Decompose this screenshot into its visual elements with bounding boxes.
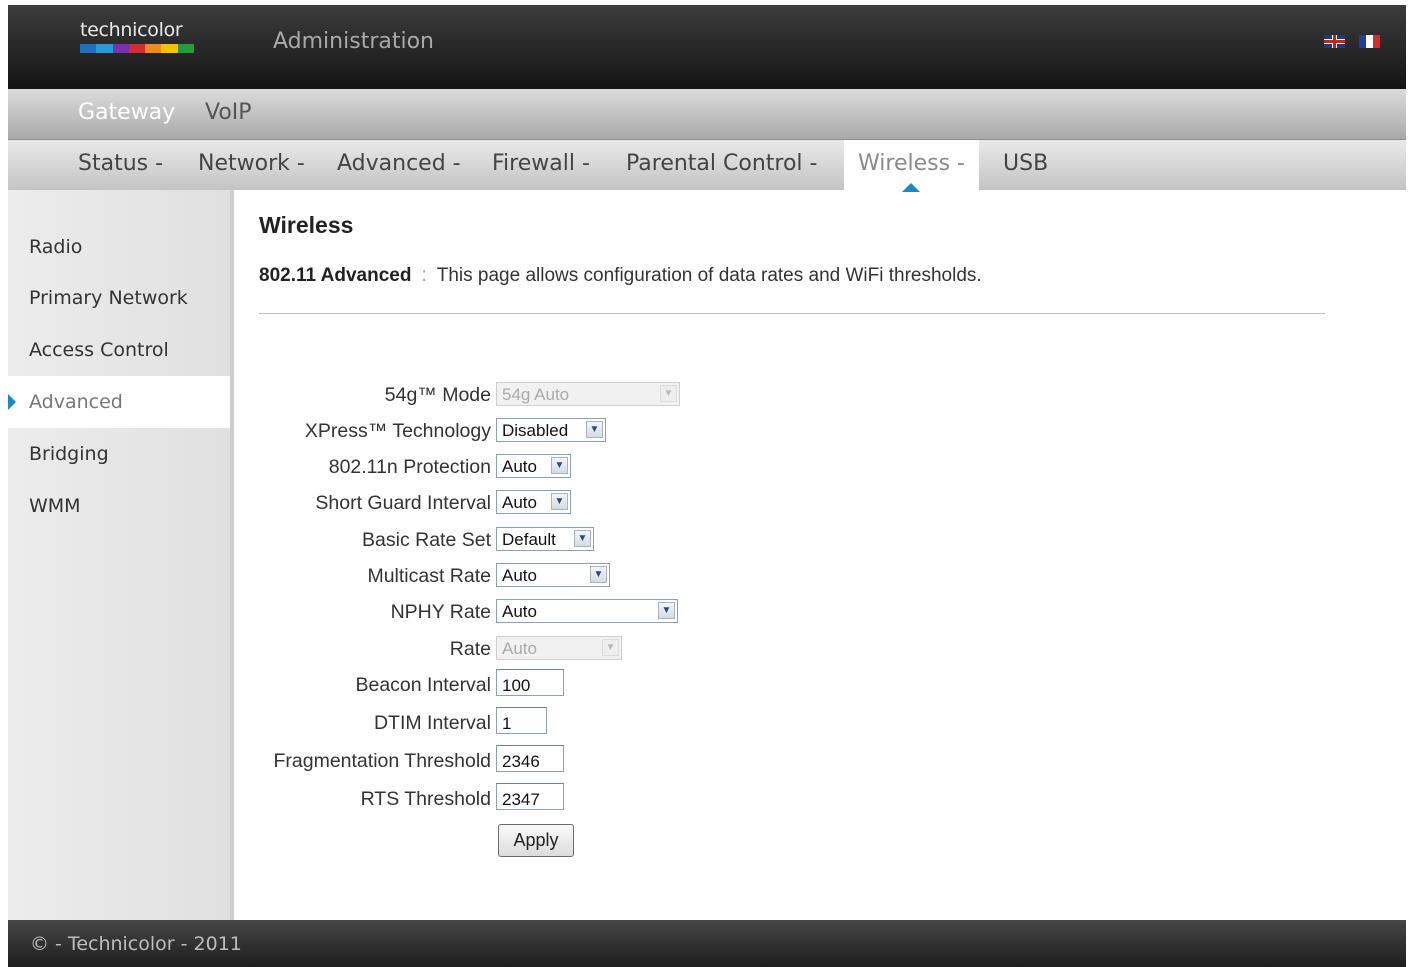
chevron-down-icon: ▼ <box>586 421 603 438</box>
description-separator: : <box>421 265 427 286</box>
beacon-interval-input[interactable]: 100 <box>496 669 564 696</box>
field-80211n-protection: 802.11n Protection Auto ▼ <box>259 454 1159 484</box>
page-title: Wireless <box>259 212 354 238</box>
xpress-technology-select[interactable]: Disabled ▼ <box>496 418 606 442</box>
field-short-guard-interval: Short Guard Interval Auto ▼ <box>259 490 1159 520</box>
tab-advanced[interactable]: Advanced - <box>337 140 461 190</box>
description-heading: 802.11 Advanced <box>259 265 412 286</box>
sidebar: Radio Primary Network Access Control Adv… <box>8 190 234 920</box>
tab-network[interactable]: Network - <box>198 140 305 190</box>
tab-status[interactable]: Status - <box>78 140 163 190</box>
field-label: XPress™ Technology <box>304 420 491 442</box>
sidebar-item-access-control[interactable]: Access Control <box>8 324 230 376</box>
product-nav: Gateway VoIP <box>8 89 1406 140</box>
dtim-interval-input[interactable]: 1 <box>496 707 547 734</box>
field-nphy-rate: NPHY Rate Auto ▼ <box>259 599 1159 629</box>
field-label: DTIM Interval <box>373 712 491 734</box>
page-description: 802.11 Advanced: This page allows configu… <box>259 265 982 287</box>
nphy-rate-select[interactable]: Auto ▼ <box>496 599 678 623</box>
sidebar-item-advanced[interactable]: Advanced <box>8 376 230 428</box>
field-label: 802.11n Protection <box>328 456 491 478</box>
section-nav: Status - Network - Advanced - Firewall -… <box>8 140 1406 192</box>
tab-wireless[interactable]: Wireless - <box>844 140 979 192</box>
fragmentation-threshold-input[interactable]: 2346 <box>496 745 564 772</box>
multicast-rate-select[interactable]: Auto ▼ <box>496 563 610 587</box>
main-content: Wireless 802.11 Advanced: This page allow… <box>259 190 1359 920</box>
language-selector <box>1324 35 1380 48</box>
field-label: 54g™ Mode <box>384 384 491 406</box>
field-label: NPHY Rate <box>390 601 491 623</box>
sidebar-item-radio[interactable]: Radio <box>8 221 230 273</box>
80211n-protection-select[interactable]: Auto ▼ <box>496 454 571 478</box>
technicolor-logo[interactable]: technicolor <box>80 19 194 53</box>
select-value: Auto <box>502 566 537 585</box>
field-label: Short Guard Interval <box>315 492 491 514</box>
app-title: Administration <box>273 29 434 54</box>
nav-voip[interactable]: VoIP <box>205 100 252 125</box>
field-label: Fragmentation Threshold <box>273 750 491 772</box>
select-value: Default <box>502 530 556 549</box>
top-header: technicolor Administration <box>8 5 1406 89</box>
chevron-down-icon: ▼ <box>660 385 677 402</box>
tab-parental-control[interactable]: Parental Control - <box>626 140 817 190</box>
chevron-down-icon: ▼ <box>658 602 675 619</box>
54g-mode-select[interactable]: 54g Auto ▼ <box>496 382 680 406</box>
sidebar-item-bridging[interactable]: Bridging <box>8 428 230 480</box>
tab-usb[interactable]: USB <box>1003 140 1048 190</box>
nav-gateway[interactable]: Gateway <box>78 100 175 125</box>
input-value: 2346 <box>502 752 540 771</box>
select-value: 54g Auto <box>502 385 570 404</box>
short-guard-interval-select[interactable]: Auto ▼ <box>496 490 571 514</box>
field-basic-rate-set: Basic Rate Set Default ▼ <box>259 527 1159 557</box>
page-frame: technicolor Administration Gateway VoIP … <box>8 5 1406 967</box>
tab-wireless-label: Wireless - <box>858 151 965 176</box>
select-value: Auto <box>502 639 537 658</box>
chevron-down-icon: ▼ <box>551 493 568 510</box>
field-label: Multicast Rate <box>367 565 491 587</box>
field-rate: Rate Auto ▼ <box>259 636 1159 666</box>
chevron-down-icon: ▼ <box>602 639 619 656</box>
logo-color-bar <box>80 44 194 53</box>
field-label: Basic Rate Set <box>362 529 491 551</box>
field-multicast-rate: Multicast Rate Auto ▼ <box>259 563 1159 593</box>
field-beacon-interval: Beacon Interval 100 <box>259 669 1159 699</box>
en-icon[interactable] <box>1324 35 1345 48</box>
select-value: Disabled <box>502 421 569 440</box>
field-54g-mode: 54g™ Mode 54g Auto ▼ <box>259 382 1159 412</box>
select-value: Auto <box>502 602 537 621</box>
sidebar-item-label: Advanced <box>29 391 123 413</box>
select-value: Auto <box>502 493 537 512</box>
chevron-down-icon: ▼ <box>551 457 568 474</box>
sidebar-item-primary-network[interactable]: Primary Network <box>8 272 230 324</box>
field-dtim-interval: DTIM Interval 1 <box>259 707 1159 737</box>
divider <box>259 313 1325 314</box>
field-label: RTS Threshold <box>360 788 491 810</box>
active-item-arrow-icon <box>8 394 16 410</box>
select-value: Auto <box>502 457 537 476</box>
field-fragmentation-threshold: Fragmentation Threshold 2346 <box>259 745 1159 775</box>
input-value: 100 <box>502 676 531 695</box>
input-value: 1 <box>502 714 512 733</box>
field-label: Rate <box>449 638 491 660</box>
field-rts-threshold: RTS Threshold 2347 <box>259 783 1159 813</box>
chevron-down-icon: ▼ <box>590 566 607 583</box>
rts-threshold-input[interactable]: 2347 <box>496 783 564 810</box>
tab-firewall[interactable]: Firewall - <box>492 140 590 190</box>
logo-text: technicolor <box>80 19 183 41</box>
basic-rate-set-select[interactable]: Default ▼ <box>496 527 594 551</box>
input-value: 2347 <box>502 790 540 809</box>
fr-icon[interactable] <box>1359 35 1380 48</box>
field-label: Beacon Interval <box>355 674 491 696</box>
rate-select[interactable]: Auto ▼ <box>496 636 622 660</box>
copyright-text: © - Technicolor - 2011 <box>30 933 242 955</box>
footer: © - Technicolor - 2011 <box>8 920 1406 967</box>
sidebar-item-wmm[interactable]: WMM <box>8 480 230 532</box>
description-text: This page allows configuration of data r… <box>436 265 982 286</box>
apply-button[interactable]: Apply <box>498 824 574 857</box>
field-xpress-technology: XPress™ Technology Disabled ▼ <box>259 418 1159 448</box>
chevron-down-icon: ▼ <box>574 530 591 547</box>
